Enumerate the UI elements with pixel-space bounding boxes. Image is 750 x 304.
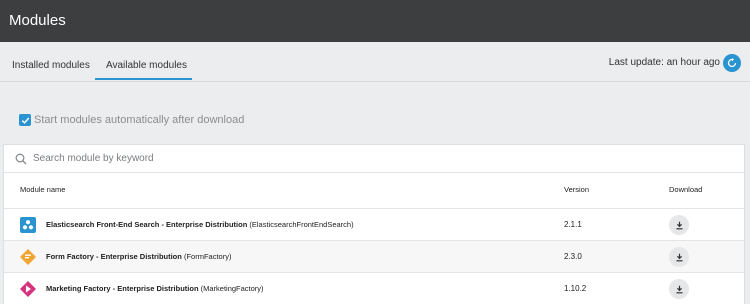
module-name: Elasticsearch Front-End Search - Enterpr… [46,220,354,229]
autostart-label: Start modules automatically after downlo… [34,114,245,126]
refresh-button[interactable] [723,54,741,72]
search-bar [4,145,744,173]
download-icon [676,285,682,293]
download-icon [676,253,682,261]
marketing-factory-icon [20,281,36,297]
download-icon [676,221,682,229]
module-version: 2.3.0 [564,252,582,261]
table-header: Module name Version Download [4,173,744,209]
autostart-checkbox[interactable] [19,114,31,126]
download-button[interactable] [669,247,689,267]
table-row: Marketing Factory - Enterprise Distribut… [4,273,744,304]
tab-installed-modules[interactable]: Installed modules [12,60,90,71]
form-factory-icon [20,249,36,265]
download-button[interactable] [669,279,689,299]
table-row: Form Factory - Enterprise Distribution (… [4,241,744,273]
module-version: 2.1.1 [564,220,582,229]
column-header-download: Download [669,185,703,194]
app-header: Modules [0,0,750,42]
autostart-checkbox-row[interactable]: Start modules automatically after downlo… [19,113,244,127]
column-header-module-name[interactable]: Module name [20,185,65,194]
tab-available-modules[interactable]: Available modules [106,60,187,71]
module-name: Form Factory - Enterprise Distribution (… [46,252,232,261]
column-header-version[interactable]: Version [564,185,589,194]
page-title: Modules [9,12,66,29]
download-button[interactable] [669,215,689,235]
refresh-icon [727,58,737,68]
elasticsearch-icon [20,217,36,233]
modules-panel: Module name Version Download Elasticsear… [3,144,745,304]
module-version: 1.10.2 [564,284,587,293]
table-row: Elasticsearch Front-End Search - Enterpr… [4,209,744,241]
search-icon [15,153,27,164]
checkmark-icon [21,117,29,124]
tabs-bar: Installed modules Available modules Last… [0,42,750,82]
last-update-text: Last update: an hour ago [608,57,720,68]
search-input[interactable] [33,153,713,164]
active-tab-indicator [95,78,192,80]
module-name: Marketing Factory - Enterprise Distribut… [46,284,264,293]
